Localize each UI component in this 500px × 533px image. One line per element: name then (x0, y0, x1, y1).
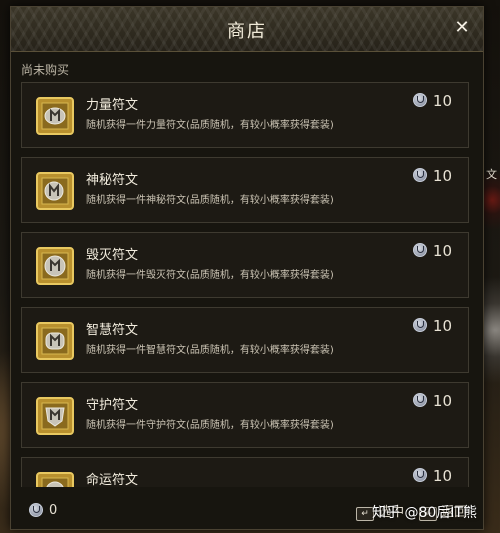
currency-coin-icon (412, 93, 427, 107)
currency-coin-icon (412, 468, 427, 482)
shop-item-destruction-rune[interactable]: 毁灭符文 随机获得一件毁灭符文(品质随机，有较小概率获得套装) 10 (21, 232, 469, 298)
background-label: 文 (486, 168, 497, 181)
currency-coin-icon (412, 318, 427, 332)
shop-item-strength-rune[interactable]: 力量符文 随机获得一件力量符文(品质随机，有较小概率获得套装) 10 (21, 82, 469, 148)
item-price: 10 (412, 92, 452, 110)
dialog-header: 商店 ✕ (11, 7, 483, 52)
item-price: 10 (412, 467, 452, 485)
close-button[interactable]: ✕ (451, 17, 473, 39)
shop-item-list[interactable]: 力量符文 随机获得一件力量符文(品质随机，有较小概率获得套装) 10 神秘符文 … (21, 82, 471, 487)
strength-rune-icon (34, 95, 76, 137)
item-name: 智慧符文 (86, 323, 139, 338)
item-description: 随机获得一件毁灭符文(品质随机，有较小概率获得套装) (86, 270, 334, 281)
item-description: 随机获得一件智慧符文(品质随机，有较小概率获得套装) (86, 345, 334, 356)
item-name: 命运符文 (86, 473, 139, 487)
wisdom-rune-icon (34, 320, 76, 362)
currency-coin-icon (412, 393, 427, 407)
fate-rune-icon (34, 470, 76, 487)
shop-item-mystic-rune[interactable]: 神秘符文 随机获得一件神秘符文(品质随机，有较小概率获得套装) 10 (21, 157, 469, 223)
currency-coin-icon (412, 243, 427, 257)
item-description: 随机获得一件力量符文(品质随机，有较小概率获得套装) (86, 120, 334, 131)
currency-coin-icon (29, 503, 43, 517)
item-description: 随机获得一件守护符文(品质随机，有较小概率获得套装) (86, 420, 334, 431)
shop-item-fate-rune[interactable]: 命运符文 10 (21, 457, 469, 487)
shop-item-wisdom-rune[interactable]: 智慧符文 随机获得一件智慧符文(品质随机，有较小概率获得套装) 10 (21, 307, 469, 373)
item-price: 10 (412, 242, 452, 260)
item-name: 力量符文 (86, 98, 139, 113)
item-name: 毁灭符文 (86, 248, 139, 263)
item-price: 10 (412, 167, 452, 185)
item-price: 10 (412, 392, 452, 410)
mystic-rune-icon (34, 170, 76, 212)
section-label: 尚未购买 (21, 63, 70, 77)
item-name: 神秘符文 (86, 173, 139, 188)
currency-balance: 0 (49, 503, 58, 518)
item-description: 随机获得一件神秘符文(品质随机，有较小概率获得套装) (86, 195, 334, 206)
dialog-title: 商店 (227, 21, 267, 42)
watermark: 知乎 @80后IT熊 (372, 505, 477, 521)
shop-dialog: 商店 ✕ 尚未购买 力量符文 随机获得一件力量符文(品质随机，有较小概率获得套装… (10, 6, 484, 530)
item-price: 10 (412, 317, 452, 335)
shop-item-guardian-rune[interactable]: 守护符文 随机获得一件守护符文(品质随机，有较小概率获得套装) 10 (21, 382, 469, 448)
item-name: 守护符文 (86, 398, 139, 413)
currency-coin-icon (412, 168, 427, 182)
destruction-rune-icon (34, 245, 76, 287)
guardian-rune-icon (34, 395, 76, 437)
